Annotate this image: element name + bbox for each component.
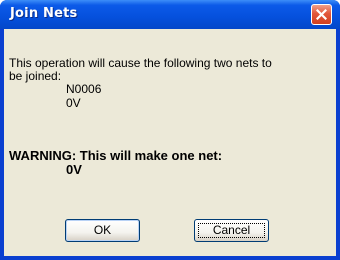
close-button[interactable] bbox=[311, 4, 332, 25]
message-line-2: be joined: bbox=[9, 69, 62, 83]
result-net-name: 0V bbox=[66, 162, 82, 177]
cancel-button[interactable]: Cancel bbox=[194, 219, 269, 242]
cancel-button-label: Cancel bbox=[212, 223, 251, 237]
net-name-2: 0V bbox=[66, 96, 81, 110]
title-bar[interactable]: Join Nets bbox=[0, 0, 340, 29]
window-title: Join Nets bbox=[10, 6, 78, 21]
net-name-1: N0006 bbox=[66, 82, 102, 96]
dialog-body: This operation will cause the following … bbox=[4, 29, 336, 256]
ok-button-label: OK bbox=[93, 223, 112, 237]
join-nets-dialog: Join Nets This operation will cause the … bbox=[0, 0, 340, 260]
message-line-1: This operation will cause the following … bbox=[9, 56, 272, 70]
close-icon bbox=[316, 9, 327, 20]
warning-text: WARNING: This will make one net: bbox=[9, 148, 223, 163]
ok-button[interactable]: OK bbox=[65, 219, 140, 242]
